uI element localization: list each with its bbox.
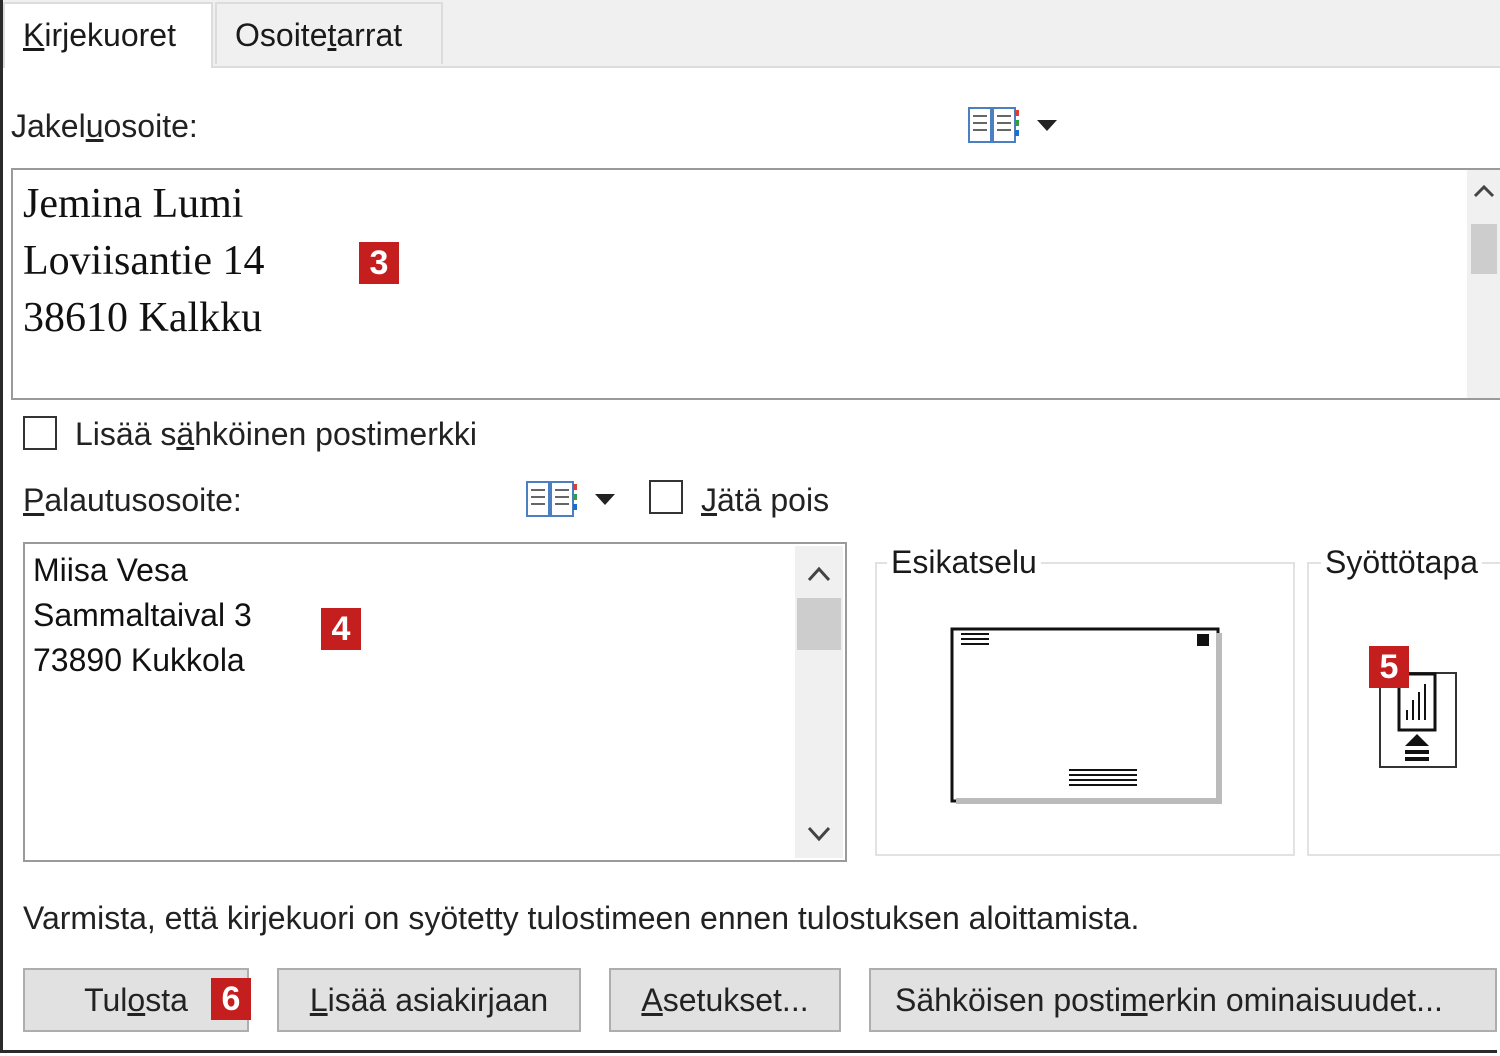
tab-envelopes[interactable]: Kirjekuoret [3,2,213,68]
delivery-address-input[interactable]: Jemina Lumi Loviisantie 14 38610 Kalkku [11,168,1500,400]
address-line: Sammaltaival 3 [33,597,252,633]
tab-labels[interactable]: Osoitetarrat [215,2,443,64]
omit-return-checkbox[interactable] [649,480,683,514]
dropdown-arrow-icon[interactable] [1035,118,1059,134]
callout-badge-5: 5 [1369,646,1409,688]
return-address-lines: Miisa Vesa Sammaltaival 3 73890 Kukkola [33,548,252,683]
return-address-label: Palautusosoite: [23,482,242,518]
tab-label: Osoite [235,17,328,53]
options-button[interactable]: Asetukset... [609,968,841,1032]
address-line: 73890 Kukkola [33,642,245,678]
tab-bar: Kirjekuoret Osoitetarrat [3,0,1500,68]
scroll-up-icon[interactable] [1473,184,1495,203]
add-epostage-checkbox[interactable] [23,416,57,450]
envelope-preview[interactable] [947,624,1223,806]
scroll-thumb[interactable] [1471,224,1497,274]
scroll-thumb[interactable] [797,598,841,650]
return-address-input[interactable]: Miisa Vesa Sammaltaival 3 73890 Kukkola [23,542,847,862]
scroll-up-icon[interactable] [807,566,831,587]
callout-badge-4: 4 [321,608,361,650]
callout-badge-3: 3 [359,242,399,284]
address-book-icon[interactable] [525,478,579,520]
callout-badge-6: 6 [211,978,251,1020]
tab-label: arrat [336,17,403,53]
add-to-document-button[interactable]: Lisää asiakirjaan [277,968,581,1032]
scroll-down-icon[interactable] [807,826,831,847]
dropdown-arrow-icon[interactable] [593,492,617,508]
address-line: Miisa Vesa [33,552,188,588]
return-scrollbar[interactable] [795,546,843,858]
omit-return-label: Jätä pois [701,482,830,518]
printer-notice: Varmista, että kirjekuori on syötetty tu… [23,900,1140,936]
address-line: Jemina Lumi [23,181,244,227]
feed-title: Syöttötapa [1321,542,1482,582]
epostage-properties-button[interactable]: Sähköisen postimerkin ominaisuudet... [869,968,1497,1032]
delivery-scrollbar[interactable] [1467,170,1500,398]
address-line: 38610 Kalkku [23,295,263,341]
tab-label: irjekuoret [44,17,176,53]
envelopes-dialog: Kirjekuoret Osoitetarrat Jakeluosoite: J… [0,0,1500,1053]
delivery-address-label: Jakeluosoite: [11,108,198,144]
add-epostage-label: Lisää sähköinen postimerkki [75,416,477,452]
delivery-address-lines: Jemina Lumi Loviisantie 14 38610 Kalkku [23,176,264,347]
address-book-icon[interactable] [967,104,1021,146]
tab-label-access-key: K [23,17,45,53]
address-line: Loviisantie 14 [23,238,265,284]
preview-title: Esikatselu [887,542,1041,582]
